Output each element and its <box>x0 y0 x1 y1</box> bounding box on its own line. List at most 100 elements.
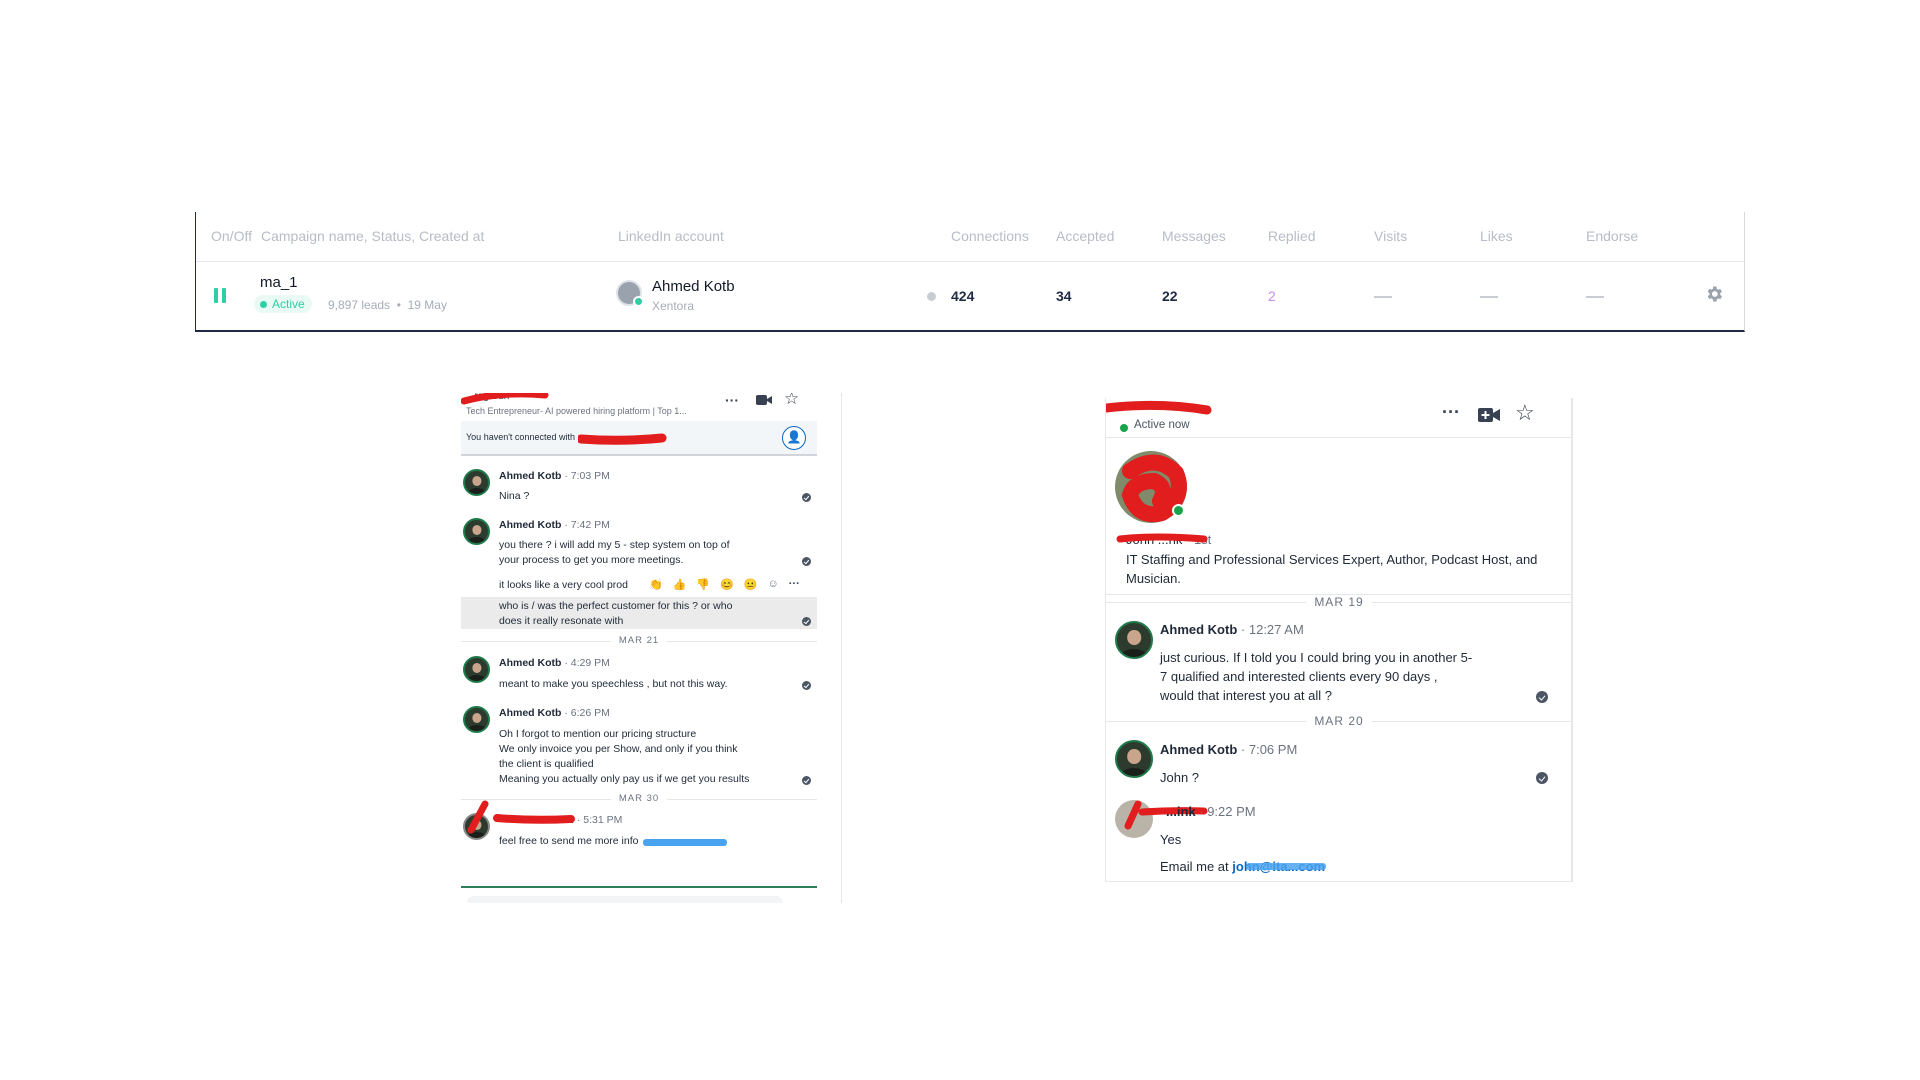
message-text: would that interest you at all ? <box>1160 688 1332 703</box>
replied-value: 2 <box>1268 288 1276 304</box>
endorse-value <box>1586 296 1604 298</box>
gear-icon[interactable] <box>1704 284 1724 304</box>
compose-divider <box>461 886 817 888</box>
more-icon[interactable]: ··· <box>725 393 739 408</box>
avatar[interactable] <box>463 518 490 545</box>
chat-header: Active now ··· ☆ <box>1106 398 1571 438</box>
message-text: John ? <box>1160 770 1200 785</box>
account-company: Xentora <box>652 299 695 313</box>
date-separator: MAR 20 <box>1106 714 1571 728</box>
col-likes: Likes <box>1480 228 1513 244</box>
message-sender[interactable]: Ahmed Kotb · 12:27 AM <box>1160 622 1304 637</box>
col-replied: Replied <box>1268 228 1316 244</box>
message-input[interactable] <box>467 896 783 903</box>
table-row[interactable]: ma_1 Active 9,897 leads • 19 May Ahmed K… <box>196 262 1744 330</box>
messages-value: 22 <box>1162 288 1178 304</box>
campaign-name[interactable]: ma_1 <box>260 274 298 291</box>
meta-separator: • <box>396 298 401 312</box>
online-status-dot <box>1120 424 1128 432</box>
table-header: On/Off Campaign name, Status, Created at… <box>196 212 1744 262</box>
video-icon[interactable] <box>1478 407 1500 423</box>
message-text: Meaning you actually only pay us if we g… <box>499 773 750 785</box>
online-status-dot <box>1172 504 1185 517</box>
seen-icon <box>802 617 811 626</box>
profile-headline: IT Staffing and Professional Services Ex… <box>1126 552 1538 586</box>
visits-value <box>1374 296 1392 298</box>
redacted-email-link[interactable] <box>1246 863 1326 870</box>
avatar[interactable] <box>463 706 490 733</box>
star-icon[interactable]: ☆ <box>784 393 799 409</box>
message-text: Oh I forgot to mention our pricing struc… <box>499 728 697 740</box>
avatar[interactable] <box>1115 621 1153 659</box>
add-reaction-icon[interactable]: ☺ <box>768 578 779 591</box>
date-separator: MAR 30 <box>461 793 817 804</box>
message-sender[interactable]: Ahmed Kotb · 7:06 PM <box>1160 742 1297 757</box>
star-icon[interactable]: ☆ <box>1515 400 1535 426</box>
neutral-reaction-icon[interactable]: 😐 <box>744 578 758 591</box>
connections-value: 424 <box>951 288 975 304</box>
contact-headline: Tech Entrepreneur- AI powered hiring pla… <box>466 406 687 416</box>
chat-window-right: Active now ··· ☆ John ...nk · 1st IT Sta… <box>1105 398 1573 882</box>
connect-banner: You haven't connected with 👤 <box>461 421 817 454</box>
message-sender[interactable]: Ahmed Kotb · 7:42 PM <box>499 519 610 531</box>
message-text: who is / was the perfect customer for th… <box>499 600 733 612</box>
message-text: you there ? i will add my 5 - step syste… <box>499 539 730 551</box>
connections-status-dot <box>927 292 936 301</box>
message-highlighted: who is / was the perfect customer for th… <box>461 597 817 629</box>
col-campaign: Campaign name, Status, Created at <box>261 228 485 244</box>
message-text: it looks like a very cool prod <box>499 579 628 591</box>
smile-reaction-icon[interactable]: 😊 <box>720 578 734 591</box>
account-name[interactable]: Ahmed Kotb <box>652 278 735 295</box>
date-separator: MAR 21 <box>461 635 817 646</box>
campaign-meta: 9,897 leads • 19 May <box>328 298 447 312</box>
active-status: Active now <box>1134 419 1190 431</box>
more-icon[interactable]: ··· <box>1442 402 1460 423</box>
avatar[interactable] <box>463 469 490 496</box>
message-text: does it really resonate with <box>499 615 624 627</box>
likes-value <box>1480 296 1498 298</box>
message-text: Yes <box>1160 832 1182 847</box>
avatar[interactable] <box>463 656 490 683</box>
reaction-toolbar: it looks like a very cool prod 👏 👍 👎 😊 😐… <box>461 577 817 597</box>
redaction-mark <box>578 433 667 445</box>
message-sender[interactable]: Ahmed Kotb · 6:26 PM <box>499 707 610 719</box>
message-sender[interactable]: Ahmed Kotb · 7:03 PM <box>499 470 610 482</box>
connect-notice: You haven't connected with <box>466 432 575 442</box>
seen-icon <box>802 557 811 566</box>
thumbs-up-reaction-icon[interactable]: 👍 <box>673 578 687 591</box>
status-badge: Active <box>254 295 312 313</box>
message-text: Nina ? <box>499 490 530 502</box>
message-sender[interactable]: ...ink · 9:22 PM <box>1160 804 1256 819</box>
seen-icon <box>1536 691 1548 703</box>
redaction-mark <box>1106 400 1212 415</box>
date-separator: MAR 19 <box>1106 595 1571 609</box>
thumbs-down-reaction-icon[interactable]: 👎 <box>696 578 710 591</box>
col-messages: Messages <box>1162 228 1226 244</box>
redaction-mark <box>493 814 575 824</box>
message-text: 7 qualified and interested clients every… <box>1160 669 1438 684</box>
more-icon[interactable]: ··· <box>789 578 800 591</box>
clap-reaction-icon[interactable]: 👏 <box>649 578 663 591</box>
message-sender[interactable]: Ahmed Kotb · 4:29 PM <box>499 657 610 669</box>
redacted-email-link[interactable] <box>643 839 727 846</box>
redaction-mark <box>1116 533 1208 543</box>
message-text: just curious. If I told you I could brin… <box>1160 650 1473 665</box>
campaign-table: On/Off Campaign name, Status, Created at… <box>195 212 1745 332</box>
col-endorse: Endorse <box>1586 228 1639 244</box>
col-visits: Visits <box>1374 228 1408 244</box>
seen-icon <box>802 681 811 690</box>
message-text: We only invoice you per Show, and only i… <box>499 743 738 755</box>
seen-icon <box>802 493 811 502</box>
redaction-mark <box>467 800 489 834</box>
status-dot-icon <box>260 300 267 308</box>
video-icon[interactable] <box>756 394 772 406</box>
verified-icon <box>633 296 644 307</box>
avatar[interactable] <box>1115 740 1153 778</box>
col-accepted: Accepted <box>1056 228 1115 244</box>
message-text: your process to get you more meetings. <box>499 554 684 566</box>
message-text: the client is qualified <box>499 758 594 770</box>
pause-icon[interactable] <box>214 288 227 303</box>
col-on-off: On/Off <box>211 228 252 244</box>
seen-icon <box>802 776 811 785</box>
add-person-icon[interactable]: 👤 <box>782 426 806 450</box>
